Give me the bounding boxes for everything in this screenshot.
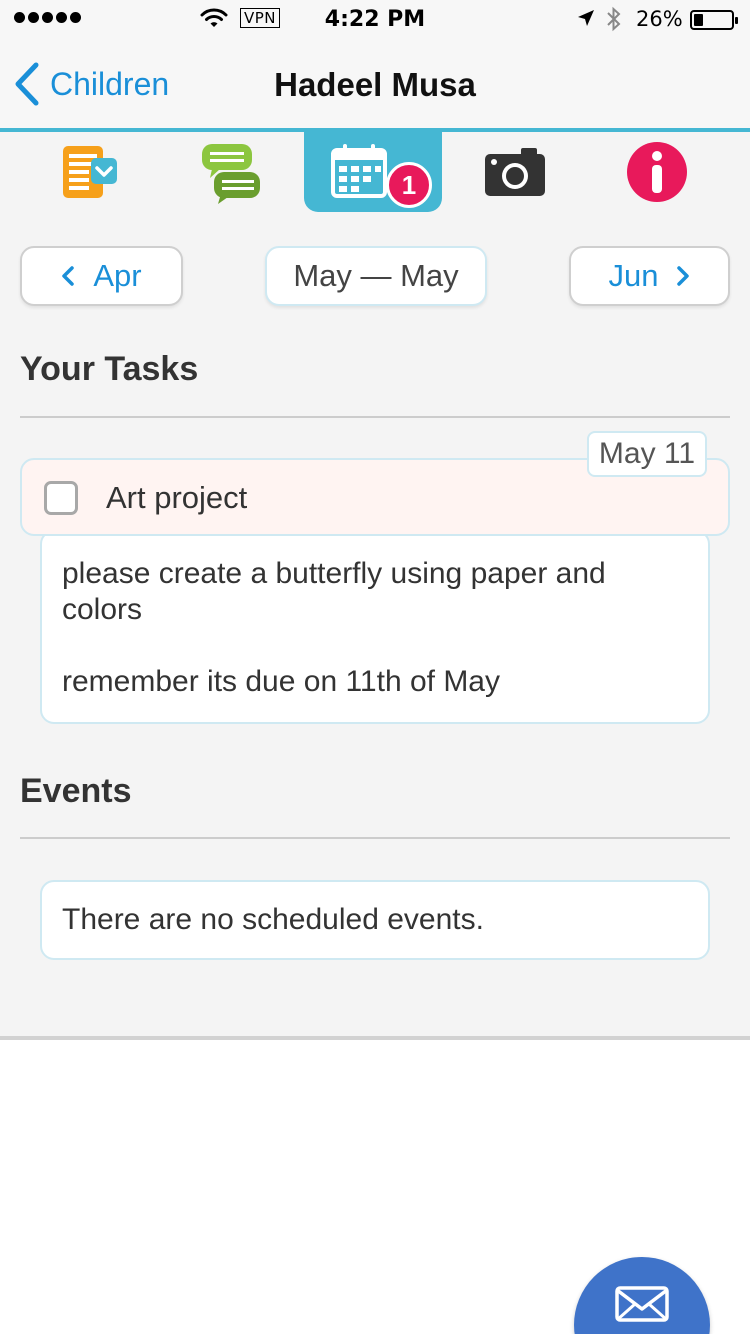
current-month-range: May — May [265,246,487,306]
events-divider [20,837,730,839]
bluetooth-icon [606,5,622,39]
events-empty-text: There are no scheduled events. [62,903,484,936]
tab-notes[interactable] [20,132,158,212]
back-button[interactable]: Children [14,62,169,106]
notes-icon [63,146,117,198]
info-icon [627,142,687,202]
chat-icon [202,144,260,204]
task-date-tag: May 11 [587,431,707,477]
tab-info[interactable] [588,132,726,212]
task-checkbox[interactable] [44,481,78,515]
chevron-left-icon [15,62,39,106]
back-label: Children [50,65,170,102]
tab-messages[interactable] [162,132,300,212]
calendar-icon [331,144,387,198]
task-description-line: remember its due on 11th of May [62,665,500,698]
battery-icon [690,10,738,30]
compose-message-button[interactable] [574,1257,710,1334]
task-description: please create a butterfly using paper an… [40,530,710,724]
prev-month-button[interactable]: Apr [20,246,183,306]
chevron-left-icon [62,266,75,286]
content-divider [0,1036,750,1040]
events-heading: Events [20,772,132,810]
camera-icon [485,148,545,196]
battery-percent: 26% [636,7,683,31]
content-area: 1 Apr May — May Jun Your Tasks May 11 Ar… [0,132,750,1036]
envelope-icon [615,1286,669,1322]
current-month-label: May — May [293,258,459,293]
tab-calendar[interactable]: 1 [304,132,442,212]
tab-bar: 1 [0,132,750,212]
events-empty-card: There are no scheduled events. [40,880,710,960]
tasks-heading: Your Tasks [20,350,199,388]
next-month-button[interactable]: Jun [569,246,730,306]
status-bar: VPN 4:22 PM 26% [0,0,750,40]
tab-photos[interactable] [446,132,584,212]
next-month-label: Jun [608,258,659,293]
navigation-bar: Children Hadeel Musa [0,40,750,128]
task-title: Art project [106,480,248,515]
tasks-divider [20,416,730,418]
prev-month-label: Apr [93,258,142,293]
task-description-line: please create a butterfly using paper an… [62,557,606,626]
chevron-right-icon [677,266,690,286]
notification-badge: 1 [386,162,432,208]
location-arrow-icon [576,8,596,34]
